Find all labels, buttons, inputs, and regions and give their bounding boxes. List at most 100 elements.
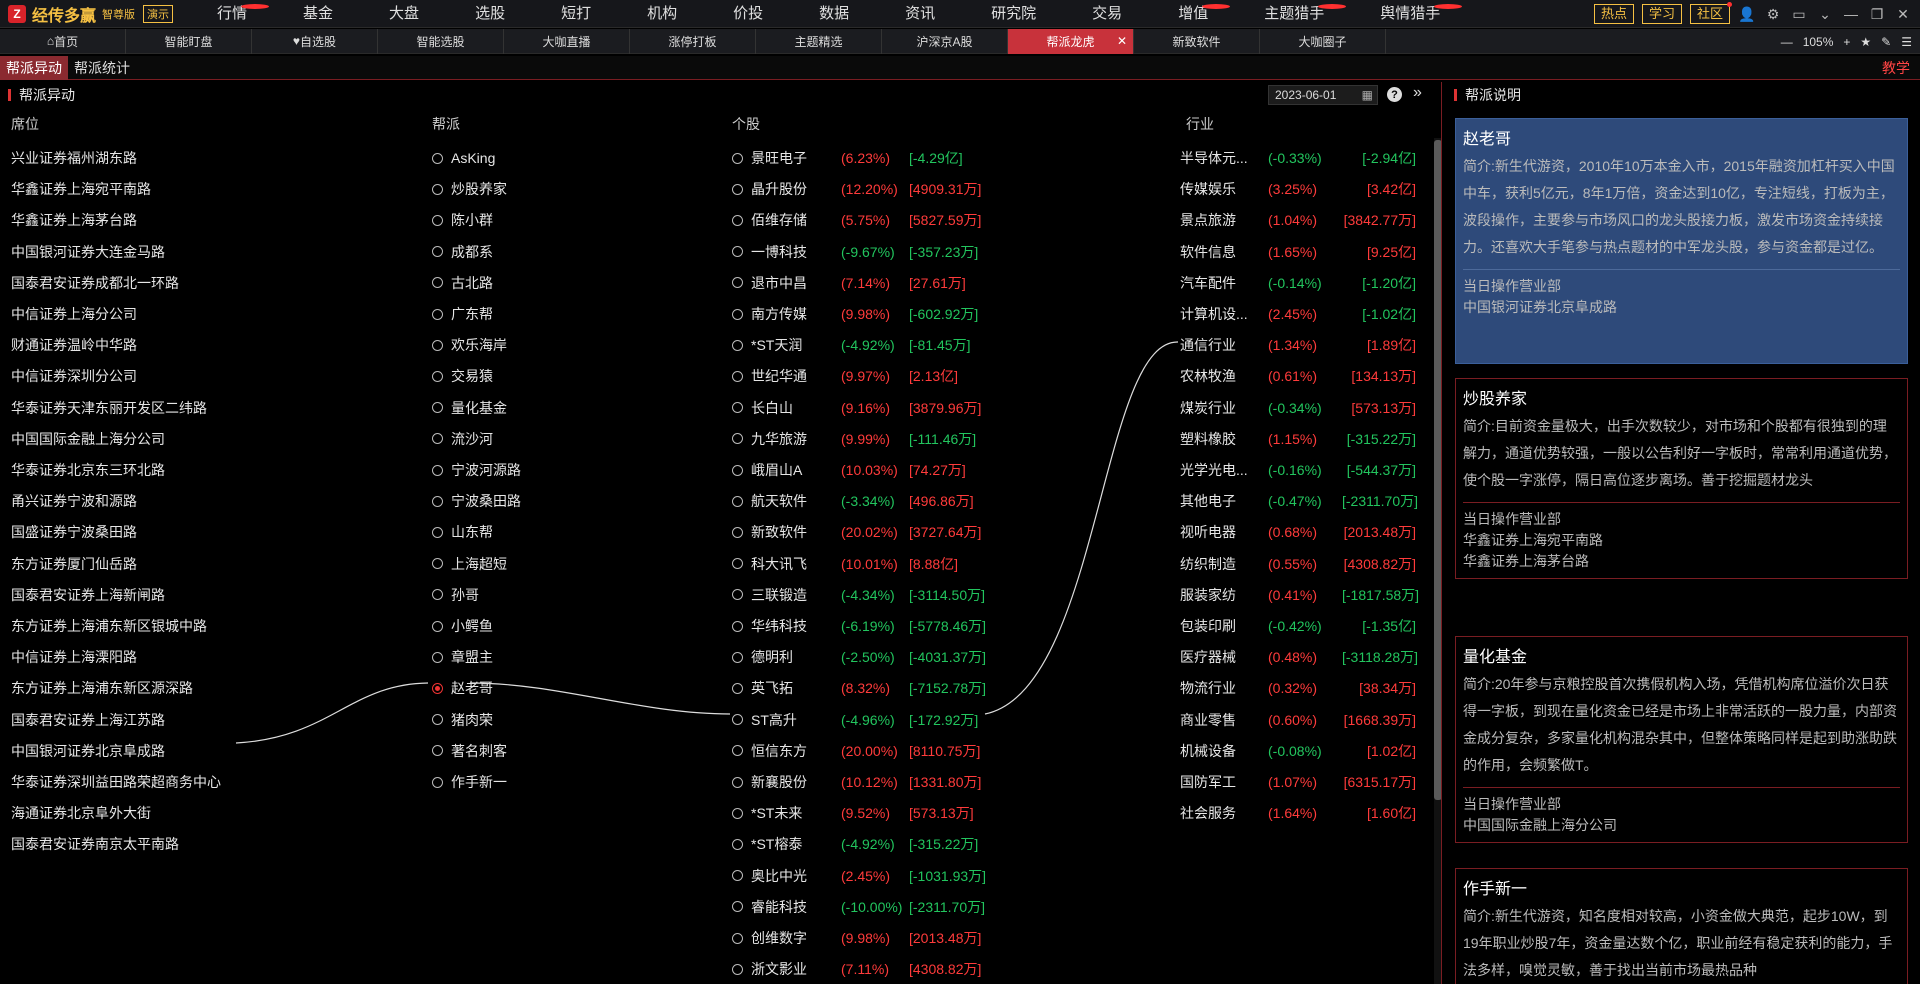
star-icon[interactable]: ★	[1860, 35, 1871, 49]
gang-row[interactable]: 交易猿	[432, 366, 493, 386]
seat-row[interactable]: 中国银河证券北京阜成路	[11, 741, 165, 761]
industry-row[interactable]: 服装家纺 (0.41%) [-1817.58万]	[1180, 585, 1419, 605]
gang-radio[interactable]	[432, 558, 443, 570]
calendar-icon[interactable]: ▦	[1362, 88, 1373, 102]
menu-item[interactable]: 主题猎手	[1236, 0, 1352, 28]
tab-item[interactable]: 新致软件	[1134, 28, 1260, 54]
tab-close-icon[interactable]: ✕	[1117, 34, 1127, 48]
stock-radio[interactable]	[732, 589, 743, 601]
stock-row[interactable]: 三联锻造 (-4.34%) [-3114.50万]	[732, 585, 993, 605]
gang-row[interactable]: 欢乐海岸	[432, 335, 507, 355]
stock-radio[interactable]	[732, 963, 743, 975]
seat-row[interactable]: 华泰证券北京东三环北路	[11, 460, 165, 480]
stock-radio[interactable]	[732, 370, 743, 382]
seat-row[interactable]: 东方证券上海浦东新区银城中路	[11, 616, 207, 636]
gang-radio[interactable]	[432, 714, 443, 726]
chevron-down-icon[interactable]: ⌄	[1816, 5, 1834, 23]
seat-row[interactable]: 中国银河证券大连金马路	[11, 242, 165, 262]
stock-radio[interactable]	[732, 183, 743, 195]
seat-row[interactable]: 中信证券上海分公司	[11, 304, 137, 324]
industry-row[interactable]: 传媒娱乐 (3.25%) [3.42亿]	[1180, 179, 1416, 199]
stock-radio[interactable]	[732, 402, 743, 414]
zoom-out-icon[interactable]: —	[1781, 35, 1793, 49]
seat-row[interactable]: 海通证券北京阜外大街	[11, 803, 151, 823]
stock-row[interactable]: *ST天润 (-4.92%) [-81.45万]	[732, 335, 993, 355]
stock-row[interactable]: 晶升股份 (12.20%) [4909.31万]	[732, 179, 993, 199]
tab-item[interactable]: 大咖圈子	[1260, 28, 1386, 54]
gang-radio[interactable]	[432, 402, 443, 414]
gang-radio[interactable]	[432, 152, 443, 164]
tab-item[interactable]: ⌂ 首页	[0, 28, 126, 54]
stock-radio[interactable]	[732, 714, 743, 726]
help-icon[interactable]: ?	[1387, 87, 1402, 102]
menu-item[interactable]: 舆情猎手	[1352, 0, 1468, 28]
gang-radio[interactable]	[432, 651, 443, 663]
menu-item[interactable]: 交易	[1064, 0, 1150, 28]
restore-icon[interactable]: ❐	[1868, 5, 1886, 23]
hot-button[interactable]: 热点	[1593, 4, 1634, 24]
menu-item[interactable]: 行情	[189, 0, 275, 28]
gang-radio[interactable]	[432, 308, 443, 320]
menu-item[interactable]: 大盘	[361, 0, 447, 28]
subtab-gang-stats[interactable]: 帮派统计	[68, 56, 136, 80]
stock-row[interactable]: 德明利 (-2.50%) [-4031.37万]	[732, 647, 993, 667]
edit-icon[interactable]: ✎	[1881, 35, 1891, 49]
stock-radio[interactable]	[732, 620, 743, 632]
stock-radio[interactable]	[732, 776, 743, 788]
stock-row[interactable]: 华纬科技 (-6.19%) [-5778.46万]	[732, 616, 993, 636]
gang-row[interactable]: 成都系	[432, 242, 493, 262]
industry-row[interactable]: 纺织制造 (0.55%) [4308.82万]	[1180, 554, 1416, 574]
stock-row[interactable]: 浙文影业 (7.11%) [4308.82万]	[732, 959, 993, 979]
seat-row[interactable]: 华鑫证券上海宛平南路	[11, 179, 151, 199]
gang-row[interactable]: 山东帮	[432, 522, 493, 542]
seat-row[interactable]: 东方证券厦门仙岳路	[11, 554, 137, 574]
tab-item[interactable]: 智能选股	[378, 28, 504, 54]
menu-item[interactable]: 短打	[533, 0, 619, 28]
menu-item[interactable]: 基金	[275, 0, 361, 28]
stock-row[interactable]: 科大讯飞 (10.01%) [8.88亿]	[732, 554, 993, 574]
gang-radio[interactable]	[432, 183, 443, 195]
gang-radio[interactable]	[432, 620, 443, 632]
stock-row[interactable]: 南方传媒 (9.98%) [-602.92万]	[732, 304, 993, 324]
gang-radio[interactable]	[432, 745, 443, 757]
menu-item[interactable]: 资讯	[877, 0, 963, 28]
stock-radio[interactable]	[732, 152, 743, 164]
tab-item[interactable]: 涨停打板	[630, 28, 756, 54]
gang-radio[interactable]	[432, 214, 443, 226]
expand-icon[interactable]: »	[1413, 84, 1422, 102]
tab-item[interactable]: 大咖直播	[504, 28, 630, 54]
tab-item[interactable]: 帮派龙虎 ✕	[1008, 28, 1134, 54]
seat-row[interactable]: 国泰君安证券上海新闸路	[11, 585, 165, 605]
gang-row[interactable]: 宁波桑田路	[432, 491, 521, 511]
industry-row[interactable]: 景点旅游 (1.04%) [3842.77万]	[1180, 210, 1416, 230]
stock-radio[interactable]	[732, 745, 743, 757]
minimize-icon[interactable]: —	[1842, 5, 1860, 23]
user-icon[interactable]: 👤	[1738, 5, 1756, 23]
stock-radio[interactable]	[732, 526, 743, 538]
menu-item[interactable]: 数据	[791, 0, 877, 28]
stock-row[interactable]: *ST榕泰 (-4.92%) [-315.22万]	[732, 834, 993, 854]
gang-row[interactable]: 宁波河源路	[432, 460, 521, 480]
stock-row[interactable]: ST高升 (-4.96%) [-172.92万]	[732, 710, 993, 730]
date-picker[interactable]: 2023-06-01 ▦	[1268, 85, 1378, 105]
gang-radio[interactable]	[432, 339, 443, 351]
stock-radio[interactable]	[732, 932, 743, 944]
stock-row[interactable]: 航天软件 (-3.34%) [496.86万]	[732, 491, 993, 511]
seat-row[interactable]: 中国国际金融上海分公司	[11, 429, 165, 449]
community-button[interactable]: 社区	[1689, 2, 1732, 24]
seat-row[interactable]: 东方证券上海浦东新区源深路	[11, 678, 193, 698]
tab-item[interactable]: ♥ 自选股	[252, 28, 378, 54]
industry-row[interactable]: 软件信息 (1.65%) [9.25亿]	[1180, 242, 1416, 262]
stock-row[interactable]: 退市中昌 (7.14%) [27.61万]	[732, 273, 993, 293]
stock-radio[interactable]	[732, 870, 743, 882]
stock-row[interactable]: 景旺电子 (6.23%) [-4.29亿]	[732, 148, 993, 168]
gang-row[interactable]: 古北路	[432, 273, 493, 293]
stock-row[interactable]: 一博科技 (-9.67%) [-357.23万]	[732, 242, 993, 262]
industry-row[interactable]: 半导体元... (-0.33%) [-2.94亿]	[1180, 148, 1416, 168]
stock-row[interactable]: 睿能科技 (-10.00%) [-2311.70万]	[732, 897, 993, 917]
gang-radio[interactable]	[432, 464, 443, 476]
gang-row[interactable]: 孙哥	[432, 585, 479, 605]
gang-row[interactable]: 小鳄鱼	[432, 616, 493, 636]
stock-row[interactable]: 新致软件 (20.02%) [3727.64万]	[732, 522, 993, 542]
gang-row[interactable]: 猪肉荣	[432, 710, 493, 730]
